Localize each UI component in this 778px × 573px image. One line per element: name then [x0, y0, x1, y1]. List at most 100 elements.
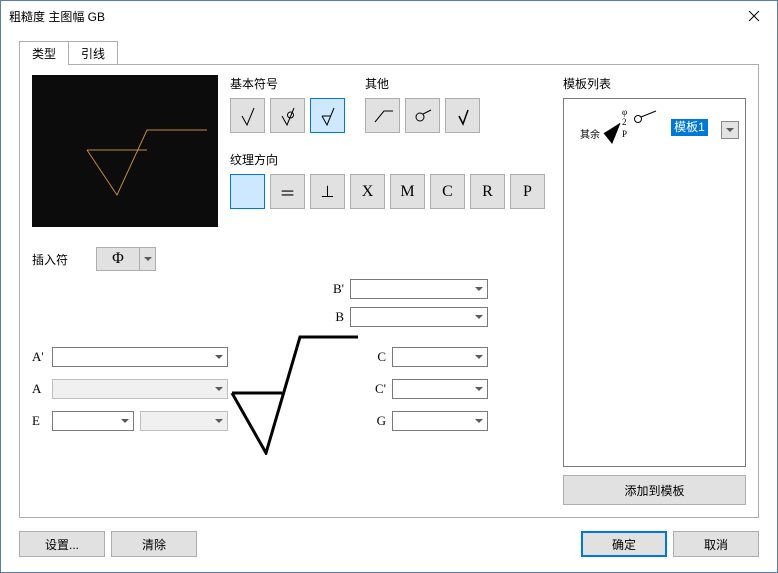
roughness-small-icon: [451, 104, 475, 128]
texture-blank[interactable]: [230, 174, 265, 209]
insert-label: 插入符: [32, 251, 68, 268]
cancel-button[interactable]: 取消: [673, 531, 759, 557]
chevron-down-icon: [211, 380, 227, 398]
panel-layout: 基本符号: [32, 75, 746, 505]
template-listbox[interactable]: 其余 φ 2 P 模板1: [563, 98, 746, 467]
combo-a-prime[interactable]: [52, 347, 228, 367]
combo-c-prime[interactable]: [392, 379, 488, 399]
insert-symbol-row: 插入符 Φ: [32, 247, 545, 271]
label-c-prime: C': [370, 381, 386, 397]
template-item-label: 模板1: [671, 119, 708, 136]
field-b: B: [328, 307, 488, 327]
basic-symbol-1[interactable]: [230, 98, 265, 133]
close-button[interactable]: [731, 1, 777, 31]
template-glyph-icon: 其余 φ 2 P: [570, 105, 658, 145]
diagram-area: B' B: [32, 279, 545, 505]
template-list-title: 模板列表: [563, 75, 746, 92]
label-a-prime: A': [32, 349, 52, 365]
top-row: 基本符号: [32, 75, 545, 227]
settings-button[interactable]: 设置...: [19, 531, 105, 557]
chevron-down-icon: [471, 348, 487, 366]
settings-label: 设置...: [45, 536, 79, 553]
bottom-right: 确定 取消: [581, 531, 759, 557]
texture-x[interactable]: X: [350, 174, 385, 209]
chevron-down-icon: [726, 128, 734, 132]
insert-symbol-split: Φ: [96, 247, 156, 271]
other-symbol-3[interactable]: [445, 98, 480, 133]
ok-button[interactable]: 确定: [581, 531, 667, 557]
combo-b-prime[interactable]: [350, 279, 488, 299]
angle-line-icon: [371, 104, 395, 128]
chevron-down-icon: [211, 348, 227, 366]
ok-label: 确定: [612, 536, 636, 553]
texture-c[interactable]: C: [430, 174, 465, 209]
label-a: A: [32, 381, 52, 397]
group-other: 其他: [365, 75, 480, 133]
chevron-down-icon: [144, 257, 152, 261]
bottom-left: 设置... 清除: [19, 531, 197, 557]
basic-symbol-2[interactable]: [270, 98, 305, 133]
texture-m[interactable]: M: [390, 174, 425, 209]
combo-g[interactable]: [392, 411, 488, 431]
template-glyph: 其余 φ 2 P: [570, 105, 658, 145]
glyph-left-text: 其余: [580, 128, 600, 141]
chevron-down-icon: [471, 308, 487, 326]
field-a-prime: A': [32, 347, 228, 367]
label-b-prime: B': [328, 281, 344, 297]
tab-panel-type: 基本符号: [19, 64, 759, 518]
group-basic-title: 基本符号: [230, 75, 345, 92]
field-b-prime: B': [328, 279, 488, 299]
roughness-circle-icon: [276, 104, 300, 128]
combo-c[interactable]: [392, 347, 488, 367]
svg-text:P: P: [622, 129, 627, 139]
group-row-1: 基本符号: [230, 75, 545, 133]
chevron-down-icon: [471, 412, 487, 430]
svg-text:2: 2: [622, 117, 627, 127]
combo-e2[interactable]: [140, 411, 228, 431]
preview-box: [32, 75, 218, 227]
add-template-label: 添加到模板: [624, 482, 684, 499]
texture-buttons: ＝ ⊥ X M C R P: [230, 174, 545, 209]
svg-text:φ: φ: [622, 107, 627, 117]
texture-p[interactable]: P: [510, 174, 545, 209]
circle-pointer-icon: [411, 104, 435, 128]
diagram-symbol-icon: [230, 335, 360, 455]
group-basic: 基本符号: [230, 75, 345, 133]
group-texture: 纹理方向 ＝ ⊥ X M C R P: [230, 151, 545, 209]
other-symbol-2[interactable]: [405, 98, 440, 133]
tab-type[interactable]: 类型: [19, 41, 69, 65]
texture-r[interactable]: R: [470, 174, 505, 209]
client-area: 类型 引线: [1, 31, 777, 572]
other-symbol-1[interactable]: [365, 98, 400, 133]
template-item[interactable]: 其余 φ 2 P 模板1: [570, 105, 739, 145]
group-other-title: 其他: [365, 75, 480, 92]
clear-button[interactable]: 清除: [111, 531, 197, 557]
insert-symbol-dropdown[interactable]: [140, 247, 156, 271]
other-buttons: [365, 98, 480, 133]
group-texture-title: 纹理方向: [230, 151, 545, 168]
label-c: C: [370, 349, 386, 365]
texture-perp[interactable]: ⊥: [310, 174, 345, 209]
dialog-window: 粗糙度 主图幅 GB 类型 引线: [0, 0, 778, 573]
tab-leader[interactable]: 引线: [68, 41, 118, 65]
basic-symbol-3[interactable]: [310, 98, 345, 133]
cancel-label: 取消: [704, 536, 728, 553]
label-g: G: [370, 413, 386, 429]
close-icon: [748, 10, 760, 22]
right-column: 模板列表 其余 φ 2 P: [563, 75, 746, 505]
left-column: 基本符号: [32, 75, 545, 505]
template-item-dropdown[interactable]: [721, 121, 739, 139]
field-c-prime: C': [370, 379, 488, 399]
combo-b[interactable]: [350, 307, 488, 327]
label-b: B: [328, 309, 344, 325]
insert-symbol-button[interactable]: Φ: [96, 247, 140, 271]
chevron-down-icon: [471, 280, 487, 298]
window-title: 粗糙度 主图幅 GB: [9, 8, 731, 25]
bottom-button-row: 设置... 清除 确定 取消: [19, 530, 759, 558]
combo-e1[interactable]: [52, 411, 134, 431]
add-template-button[interactable]: 添加到模板: [563, 475, 746, 505]
texture-equal[interactable]: ＝: [270, 174, 305, 209]
field-g: G: [370, 411, 488, 431]
combo-a[interactable]: [52, 379, 228, 399]
chevron-down-icon: [211, 412, 227, 430]
